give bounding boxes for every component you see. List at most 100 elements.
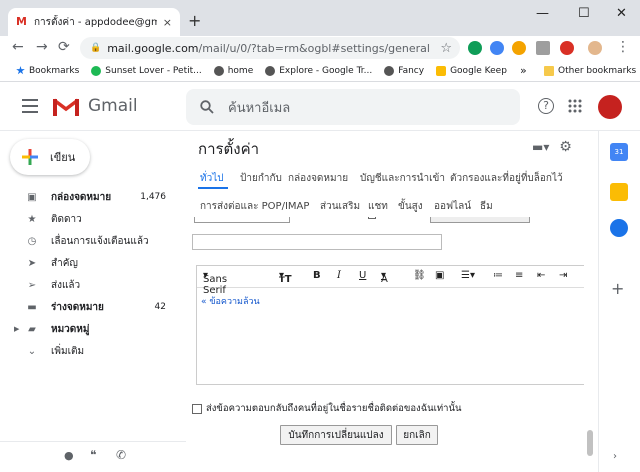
indent-less-icon[interactable]: ⇤ — [537, 270, 545, 281]
browser-menu-icon[interactable]: ⋮ — [616, 39, 630, 55]
extension-icon[interactable] — [490, 41, 504, 55]
search-box[interactable]: ค้นหาอีเมล — [186, 89, 520, 125]
back-icon[interactable]: ← — [12, 39, 24, 55]
browser-tab[interactable]: M การตั้งค่า - appdodee@gmail.com × — [8, 8, 180, 36]
bookmark-item[interactable]: home — [213, 65, 253, 76]
reload-icon[interactable]: ⟳ — [58, 39, 70, 55]
link-icon[interactable]: ⛓ — [413, 270, 426, 281]
indent-more-icon[interactable]: ⇥ — [559, 270, 567, 281]
more-bookmarks-icon[interactable]: » — [520, 64, 527, 77]
image-icon[interactable]: ▣ — [435, 270, 444, 281]
search-input[interactable]: ค้นหาอีเมล — [228, 97, 290, 118]
sidebar-item-sent[interactable]: ➢ ส่งแล้ว — [0, 274, 186, 296]
tab-general[interactable]: ทั่วไป — [200, 171, 224, 186]
expand-arrow-icon[interactable]: ▶ — [14, 325, 19, 333]
bold-button[interactable]: B — [313, 270, 321, 281]
bookmark-item[interactable]: Explore - Google Tr... — [265, 65, 372, 76]
bookmark-item[interactable]: Fancy — [384, 65, 424, 76]
sidebar-item-label: ส่งแล้ว — [51, 279, 81, 291]
profile-avatar-icon[interactable] — [588, 41, 602, 55]
person-icon[interactable]: ● — [64, 449, 74, 462]
cancel-button[interactable]: ยกเลิก — [396, 425, 438, 445]
tab-filters[interactable]: ตัวกรองและที่อยู่ที่บล็อกไว้ — [450, 171, 563, 186]
extension-icon[interactable] — [512, 41, 526, 55]
star-icon: ★ — [27, 213, 37, 225]
important-icon: ➤ — [27, 257, 37, 269]
help-icon[interactable]: ? — [538, 98, 554, 114]
browser-titlebar: M การตั้งค่า - appdodee@gmail.com × + — … — [0, 0, 640, 36]
gear-icon[interactable]: ⚙ — [559, 139, 572, 155]
save-button[interactable]: บันทึกการเปลี่ยนแปลง — [280, 425, 392, 445]
date-field[interactable] — [194, 217, 290, 223]
sidebar-item-categories[interactable]: ▶ ▰ หมวดหมู่ — [0, 318, 186, 340]
draft-icon: ▬ — [27, 301, 37, 313]
plain-text-link[interactable]: « ข้อความล้วน — [201, 294, 260, 308]
bookmark-item[interactable]: Google Keep — [436, 65, 507, 76]
font-size-label: тT — [279, 274, 292, 285]
forward-icon[interactable]: → — [36, 39, 48, 55]
italic-button[interactable]: I — [337, 270, 341, 281]
compose-button[interactable]: เขียน — [10, 139, 90, 175]
date-field[interactable] — [430, 217, 530, 223]
tab-close-icon[interactable]: × — [163, 16, 172, 29]
scrollbar[interactable] — [584, 131, 598, 472]
maximize-button[interactable]: ☐ — [578, 6, 590, 21]
tab-chat[interactable]: แชท — [368, 199, 388, 214]
checkbox[interactable] — [368, 217, 376, 219]
text-color-button[interactable]: A ▾ — [381, 270, 388, 285]
add-addon-icon[interactable]: + — [611, 279, 624, 298]
tab-offline[interactable]: ออฟไลน์ — [434, 199, 471, 214]
minimize-button[interactable]: — — [536, 6, 549, 21]
bookmark-star-icon[interactable]: ☆ — [440, 41, 452, 56]
main-menu-icon[interactable] — [22, 99, 38, 113]
sidebar-item-more[interactable]: ⌄ เพิ่มเติม — [0, 340, 186, 362]
align-icon[interactable]: ☰▾ — [461, 270, 475, 281]
sidebar-item-snoozed[interactable]: ◷ เลื่อนการแจ้งเตือนแล้ว — [0, 230, 186, 252]
collapse-panel-icon[interactable]: › — [613, 451, 617, 462]
tab-inbox[interactable]: กล่องจดหมาย — [288, 171, 348, 186]
tab-accounts[interactable]: บัญชีและการนำเข้า — [360, 171, 445, 186]
sidebar-item-label: หมวดหมู่ — [51, 323, 90, 335]
address-bar[interactable]: 🔒 mail.google.com/mail/u/0/?tab=rm&ogbl#… — [80, 37, 460, 59]
tasks-icon[interactable] — [610, 219, 628, 237]
tab-forwarding[interactable]: การส่งต่อและ POP/IMAP — [200, 199, 309, 214]
spotify-icon — [91, 65, 102, 76]
tab-labels[interactable]: ป้ายกำกับ — [240, 171, 282, 186]
tab-advanced[interactable]: ขั้นสูง — [398, 199, 423, 214]
tab-addons[interactable]: ส่วนเสริม — [320, 199, 360, 214]
sidebar-item-inbox[interactable]: ▣ กล่องจดหมาย 1,476 — [0, 186, 186, 208]
reply-checkbox[interactable] — [192, 403, 202, 414]
keep-icon[interactable] — [610, 183, 628, 201]
tab-themes[interactable]: ธีม — [480, 199, 493, 214]
keyboard-icon[interactable]: ▬▾ — [532, 140, 549, 154]
sidebar-item-starred[interactable]: ★ ติดดาว — [0, 208, 186, 230]
new-tab-button[interactable]: + — [188, 11, 201, 30]
gmail-logo-icon[interactable] — [52, 96, 80, 118]
close-window-button[interactable]: ✕ — [616, 6, 627, 21]
draft-count: 42 — [154, 302, 166, 312]
bookmark-item[interactable]: Sunset Lover - Petit... — [91, 65, 202, 76]
search-icon[interactable] — [200, 100, 214, 114]
font-size-button[interactable]: тT ▾ — [279, 270, 292, 285]
extension-icon[interactable] — [536, 41, 550, 55]
scrollbar-thumb[interactable] — [587, 430, 593, 456]
phone-icon[interactable]: ✆ — [116, 448, 126, 462]
sidebar-item-drafts[interactable]: ▬ ร่างจดหมาย 42 — [0, 296, 186, 318]
account-avatar[interactable] — [598, 95, 622, 119]
sidebar-item-important[interactable]: ➤ สำคัญ — [0, 252, 186, 274]
format-toolbar: Sans Serif ▾ тT ▾ B I U A ▾ ⛓ ▣ ☰▾ ≔ ≡ ⇤ ⇥ — [197, 266, 587, 296]
apps-grid-icon[interactable] — [568, 99, 582, 113]
sidebar-item-label: ติดดาว — [51, 213, 82, 225]
hangouts-icon[interactable]: ❝ — [90, 448, 96, 462]
extension-icon[interactable] — [468, 41, 482, 55]
bulleted-list-icon[interactable]: ≡ — [515, 270, 523, 281]
rich-text-editor[interactable]: Sans Serif ▾ тT ▾ B I U A ▾ ⛓ ▣ ☰▾ ≔ ≡ ⇤ ⇥… — [196, 265, 587, 385]
numbered-list-icon[interactable]: ≔ — [493, 270, 503, 281]
calendar-icon[interactable]: 31 — [610, 143, 628, 161]
other-bookmarks[interactable]: Other bookmarks — [544, 65, 636, 76]
font-select[interactable]: Sans Serif ▾ — [203, 270, 227, 296]
underline-button[interactable]: U — [359, 270, 366, 281]
extension-icon[interactable] — [560, 41, 574, 55]
bookmark-item[interactable]: Bookmarks — [16, 66, 79, 76]
subject-input[interactable] — [192, 234, 442, 250]
